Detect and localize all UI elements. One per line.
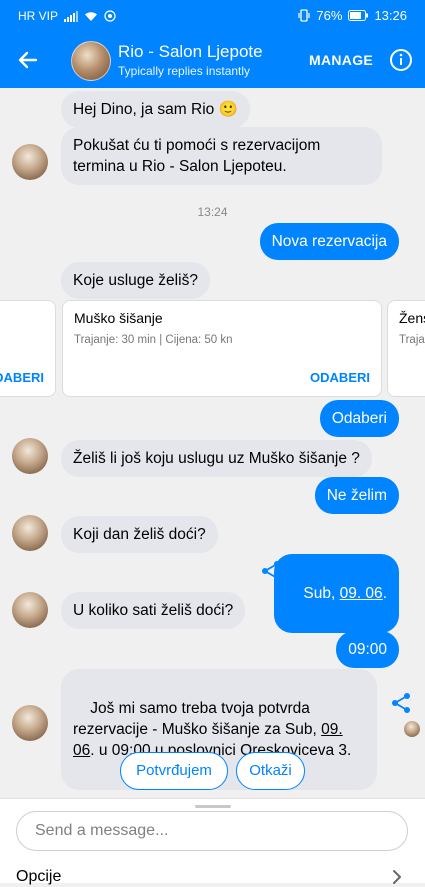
- message-bubble: 09:00: [336, 631, 399, 668]
- message-bubble: Koje usluge želiš?: [61, 262, 210, 299]
- wifi-icon: [85, 11, 98, 21]
- message-input-container[interactable]: [16, 811, 408, 851]
- service-details: Trajanje: 30 min | Cijena: 50 kn: [74, 334, 233, 346]
- drag-handle[interactable]: [195, 805, 231, 808]
- service-title: Žens: [399, 310, 425, 326]
- clock: 13:26: [374, 8, 407, 23]
- date-text: Sub,: [303, 585, 340, 602]
- carrier-label: HR VIP: [18, 9, 59, 23]
- composer: Opcije: [0, 798, 425, 886]
- signal-icon: [64, 10, 79, 22]
- message-bubble: Koji dan želiš doći?: [61, 516, 218, 553]
- date-text: .: [382, 585, 387, 602]
- vibrate-icon: [298, 9, 311, 22]
- bot-avatar: [12, 592, 48, 628]
- cancel-button[interactable]: Otkaži: [236, 752, 305, 790]
- date-link[interactable]: 09.: [321, 721, 343, 738]
- seen-avatar: [404, 721, 420, 737]
- options-label[interactable]: Opcije: [16, 868, 61, 886]
- service-title: Muško šišanje: [74, 310, 163, 326]
- message-bubble: U koliko sati želiš doći?: [61, 592, 246, 629]
- service-card-partial[interactable]: ODABERI: [0, 300, 56, 397]
- message-text: Još mi samo treba tvoja potvrda rezervac…: [73, 700, 317, 738]
- message-input[interactable]: [33, 821, 387, 841]
- message-bubble: Ne želim: [314, 477, 399, 514]
- select-button[interactable]: ODABERI: [0, 370, 44, 385]
- chevron-right-icon[interactable]: [390, 867, 404, 887]
- bot-avatar: [12, 705, 48, 741]
- chat-header: Rio - Salon Ljepote Typically replies in…: [0, 32, 425, 88]
- response-status: Typically replies instantly: [118, 64, 251, 78]
- page-avatar[interactable]: [71, 41, 111, 81]
- whatsapp-icon: [104, 10, 116, 22]
- date-link[interactable]: 06: [73, 742, 90, 759]
- bot-avatar: [12, 438, 48, 474]
- message-bubble: Sub, 09. 06.: [274, 554, 399, 633]
- battery-icon: [348, 10, 369, 21]
- page-title[interactable]: Rio - Salon Ljepote: [118, 42, 263, 62]
- service-card[interactable]: Muško šišanje Trajanje: 30 min | Cijena:…: [62, 300, 382, 397]
- share-icon[interactable]: [390, 692, 412, 714]
- message-bubble: Nova rezervacija: [259, 223, 399, 260]
- manage-button[interactable]: MANAGE: [309, 52, 373, 68]
- back-arrow-icon[interactable]: [16, 48, 40, 72]
- message-bubble: Pokušat ću ti pomoći s rezervacijom term…: [61, 127, 382, 185]
- bot-avatar: [12, 515, 48, 551]
- date-link[interactable]: 09. 06: [340, 585, 383, 602]
- message-list[interactable]: Hej Dino, ja sam Rio 🙂 Pokušat ću ti pom…: [0, 88, 425, 798]
- message-bubble: Odaberi: [319, 400, 399, 437]
- info-icon[interactable]: [389, 48, 413, 72]
- confirm-button[interactable]: Potvrđujem: [120, 752, 228, 790]
- service-details: Traja: [399, 334, 425, 346]
- bot-avatar: [12, 144, 48, 180]
- timestamp: 13:24: [197, 205, 228, 219]
- status-bar: HR VIP 76% 13:26: [0, 0, 425, 32]
- battery-percent: 76%: [316, 8, 343, 23]
- service-card-partial[interactable]: Žens Traja: [387, 300, 425, 397]
- message-bubble: Hej Dino, ja sam Rio 🙂: [61, 91, 250, 128]
- message-bubble: Želiš li još koju uslugu uz Muško šišanj…: [61, 440, 372, 477]
- select-button[interactable]: ODABERI: [310, 370, 370, 385]
